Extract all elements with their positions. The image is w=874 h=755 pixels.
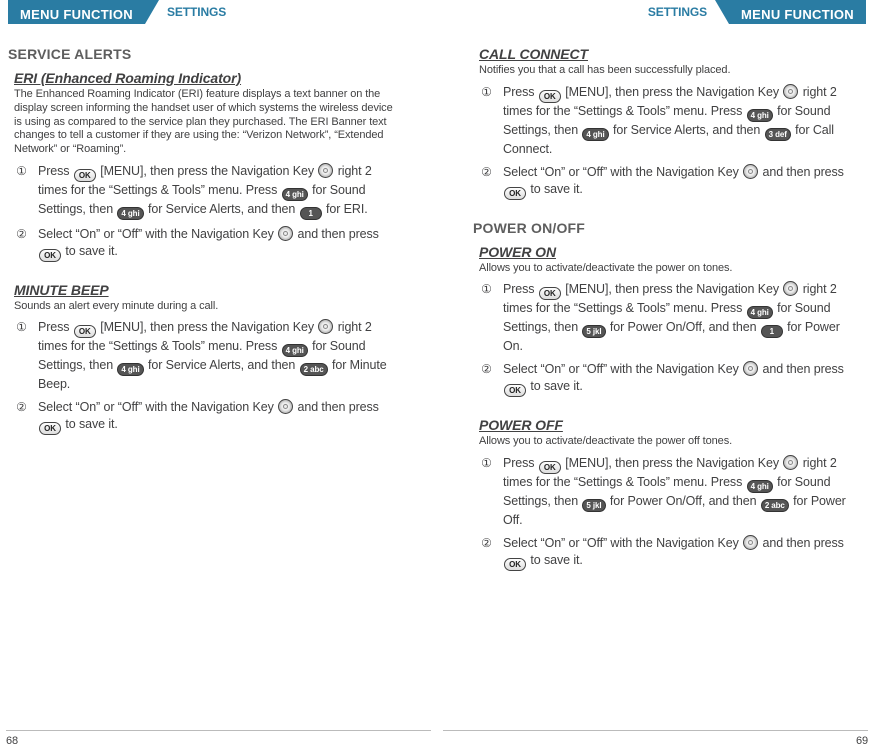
- page-number-right: 69: [856, 735, 868, 747]
- ok-key-icon: OK: [539, 461, 561, 474]
- key-2-icon: 2 abc: [761, 499, 789, 512]
- eri-step-1: ① Press OK [MENU], then press the Naviga…: [14, 163, 394, 226]
- heading-eri: ERI (Enhanced Roaming Indicator): [14, 70, 401, 86]
- key-4-icon: 4 ghi: [282, 188, 308, 201]
- key-1-icon: 1: [761, 325, 783, 338]
- nav-key-icon: [743, 164, 758, 179]
- heading-minute-beep: MINUTE BEEP: [14, 282, 401, 298]
- key-4-icon: 4 ghi: [582, 128, 608, 141]
- nav-key-icon: [783, 455, 798, 470]
- desc-call-connect: Notifies you that a call has been succes…: [479, 64, 859, 78]
- key-4-icon: 4 ghi: [282, 344, 308, 357]
- section-power-on-off: POWER ON/OFF: [473, 220, 866, 236]
- nav-key-icon: [743, 361, 758, 376]
- power-off-step-1: ① Press OK [MENU], then press the Naviga…: [479, 455, 859, 535]
- heading-power-on: POWER ON: [479, 244, 866, 260]
- ok-key-icon: OK: [539, 287, 561, 300]
- key-3-icon: 3 def: [765, 128, 791, 141]
- key-4-icon: 4 ghi: [747, 480, 773, 493]
- key-5-icon: 5 jkl: [582, 499, 605, 512]
- power-on-step-1: ① Press OK [MENU], then press the Naviga…: [479, 281, 859, 361]
- nav-key-icon: [743, 535, 758, 550]
- key-5-icon: 5 jkl: [582, 325, 605, 338]
- nav-key-icon: [318, 163, 333, 178]
- key-4-icon: 4 ghi: [117, 363, 143, 376]
- key-4-icon: 4 ghi: [747, 109, 773, 122]
- desc-minute-beep: Sounds an alert every minute during a ca…: [14, 300, 394, 314]
- desc-eri: The Enhanced Roaming Indicator (ERI) fea…: [14, 88, 394, 157]
- ok-key-icon: OK: [39, 249, 61, 262]
- heading-power-off: POWER OFF: [479, 417, 866, 433]
- desc-power-off: Allows you to activate/deactivate the po…: [479, 435, 859, 449]
- ok-key-icon: OK: [74, 325, 96, 338]
- power-on-step-2: ② Select “On” or “Off” with the Navigati…: [479, 361, 859, 403]
- key-4-icon: 4 ghi: [747, 306, 773, 319]
- power-off-step-2: ② Select “On” or “Off” with the Navigati…: [479, 535, 859, 577]
- nav-key-icon: [278, 226, 293, 241]
- ok-key-icon: OK: [539, 90, 561, 103]
- nav-key-icon: [783, 84, 798, 99]
- minute-step-1: ① Press OK [MENU], then press the Naviga…: [14, 319, 394, 399]
- nav-key-icon: [278, 399, 293, 414]
- call-step-2: ② Select “On” or “Off” with the Navigati…: [479, 164, 859, 206]
- call-step-1: ① Press OK [MENU], then press the Naviga…: [479, 84, 859, 164]
- menu-function-tab: MENU FUNCTION: [8, 0, 145, 24]
- ok-key-icon: OK: [504, 558, 526, 571]
- nav-key-icon: [318, 319, 333, 334]
- nav-key-icon: [783, 281, 798, 296]
- ok-key-icon: OK: [504, 187, 526, 200]
- menu-function-tab: MENU FUNCTION: [729, 0, 866, 24]
- page-number-left: 68: [6, 735, 18, 747]
- key-4-icon: 4 ghi: [117, 207, 143, 220]
- key-1-icon: 1: [300, 207, 322, 220]
- section-service-alerts: SERVICE ALERTS: [8, 46, 401, 62]
- ok-key-icon: OK: [74, 169, 96, 182]
- ok-key-icon: OK: [39, 422, 61, 435]
- ok-key-icon: OK: [504, 384, 526, 397]
- key-2-icon: 2 abc: [300, 363, 328, 376]
- minute-step-2: ② Select “On” or “Off” with the Navigati…: [14, 399, 394, 441]
- eri-step-2: ② Select “On” or “Off” with the Navigati…: [14, 226, 394, 268]
- heading-call-connect: CALL CONNECT: [479, 46, 866, 62]
- desc-power-on: Allows you to activate/deactivate the po…: [479, 262, 859, 276]
